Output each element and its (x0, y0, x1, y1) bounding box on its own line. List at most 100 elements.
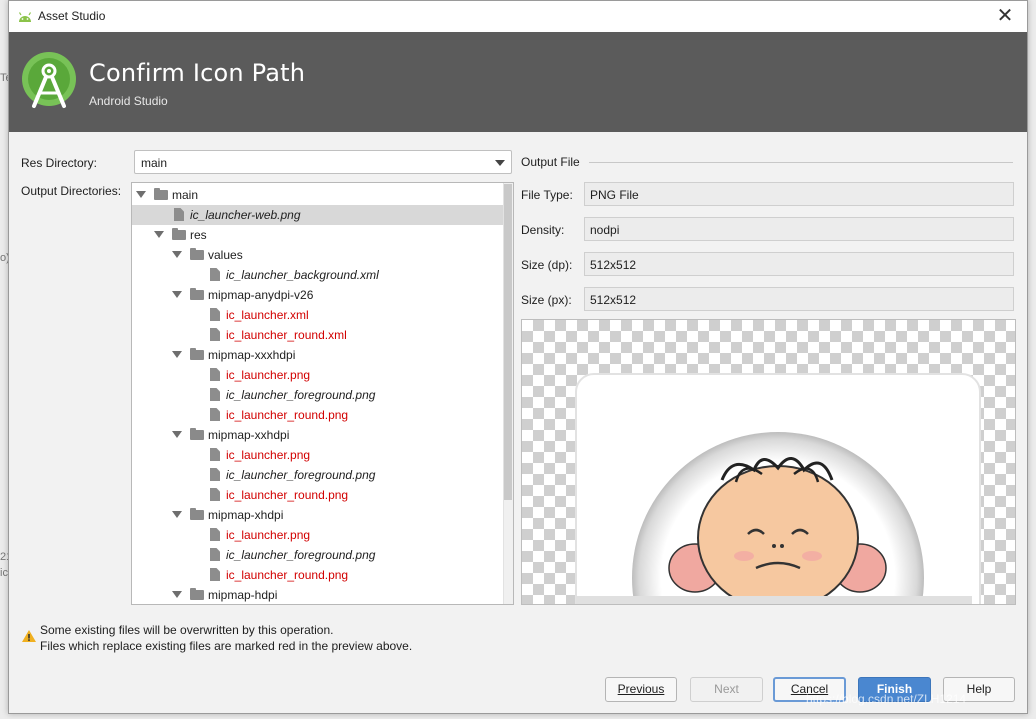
file-type-field: PNG File (584, 182, 1014, 206)
tree-folder-row[interactable]: main (132, 185, 504, 205)
expand-toggle-icon[interactable] (172, 291, 182, 298)
tree-item-label: ic_launcher_background.xml (226, 268, 379, 282)
tree-item-label: ic_launcher.png (226, 448, 311, 462)
warning-text-line-2: Files which replace existing files are m… (40, 639, 413, 653)
window-title: Asset Studio (38, 9, 106, 23)
watermark-text: https://blog.csdn.net/ZLH1214 (806, 692, 967, 706)
tree-file-row[interactable]: ic_launcher_foreground.png (132, 545, 504, 565)
warning-triangle-icon (22, 630, 36, 642)
chevron-down-icon[interactable] (495, 160, 505, 166)
title-bar[interactable]: Asset Studio ✕ (9, 1, 1027, 32)
file-icon (210, 488, 220, 501)
tree-scrollbar-thumb[interactable] (504, 184, 512, 500)
launcher-icon-preview-image (575, 373, 981, 604)
folder-icon (190, 288, 204, 300)
folder-icon (190, 588, 204, 600)
previous-button[interactable]: Previous (605, 677, 677, 702)
output-file-section-label: Output File (521, 155, 580, 169)
header-banner: Confirm Icon Path Android Studio (9, 32, 1027, 132)
page-title: Confirm Icon Path (89, 59, 306, 87)
output-directories-label: Output Directories: (21, 184, 122, 198)
section-divider (589, 162, 1013, 163)
tree-item-label: res (190, 228, 207, 242)
next-button-label: Next (714, 682, 739, 696)
tree-folder-row[interactable]: mipmap-xxxhdpi (132, 345, 504, 365)
tree-file-row[interactable]: ic_launcher_round.png (132, 405, 504, 425)
tree-item-label: ic_launcher.png (226, 368, 311, 382)
size-dp-label: Size (dp): (521, 258, 573, 272)
folder-icon (190, 248, 204, 260)
tree-item-label: ic_launcher_foreground.png (226, 548, 376, 562)
tree-file-row[interactable]: ic_launcher_round.xml (132, 325, 504, 345)
android-studio-logo-icon (22, 52, 76, 108)
tree-item-label: ic_launcher_foreground.png (226, 468, 376, 482)
file-icon (210, 368, 220, 381)
tree-file-row[interactable]: ic_launcher.png (132, 365, 504, 385)
tree-item-label: ic_launcher_foreground.png (226, 388, 376, 402)
background-text-fragment: ic (0, 567, 8, 579)
tree-item-label: ic_launcher_round.xml (226, 328, 347, 342)
res-directory-select[interactable]: main (134, 150, 512, 174)
expand-toggle-icon[interactable] (154, 231, 164, 238)
tree-file-row[interactable]: ic_launcher.xml (132, 305, 504, 325)
file-icon (210, 268, 220, 281)
tree-item-label: values (208, 248, 243, 262)
file-icon (210, 408, 220, 421)
expand-toggle-icon[interactable] (172, 591, 182, 598)
warning-text-line-1: Some existing files will be overwritten … (40, 623, 334, 637)
expand-toggle-icon[interactable] (172, 351, 182, 358)
tree-folder-row[interactable]: mipmap-anydpi-v26 (132, 285, 504, 305)
tree-item-label: mipmap-hdpi (208, 588, 278, 602)
file-icon (210, 308, 220, 321)
expand-toggle-icon[interactable] (172, 431, 182, 438)
tree-folder-row[interactable]: mipmap-xhdpi (132, 505, 504, 525)
output-directories-tree[interactable]: mipmap-hdpi ic_launcher_round.png ic_launc… (131, 182, 514, 605)
tree-file-row[interactable]: ic_launcher-web.png (132, 205, 504, 225)
tree-item-label: ic_launcher_round.png (226, 568, 349, 582)
tree-file-row[interactable]: ic_launcher.png (132, 525, 504, 545)
size-px-value: 512x512 (590, 293, 637, 307)
tree-item-label: mipmap-anydpi-v26 (208, 288, 314, 302)
tree-item-label: mipmap-xhdpi (208, 508, 284, 522)
density-label: Density: (521, 223, 565, 237)
density-value: nodpi (590, 223, 620, 237)
icon-preview (521, 319, 1016, 605)
tree-folder-row[interactable]: res (132, 225, 504, 245)
tree-scrollbar[interactable] (503, 183, 513, 604)
tree-file-row[interactable]: ic_launcher_foreground.png (132, 465, 504, 485)
previous-button-label: Previous (617, 682, 665, 696)
file-icon (210, 528, 220, 541)
file-icon (210, 328, 220, 341)
density-field: nodpi (584, 217, 1014, 241)
folder-icon (190, 428, 204, 440)
tree-file-row[interactable]: ic_launcher_round.png (132, 565, 504, 585)
tree-item-label: ic_launcher_round.png (226, 408, 349, 422)
tree-file-row[interactable]: ic_launcher_background.xml (132, 265, 504, 285)
tree-folder-row[interactable]: values (132, 245, 504, 265)
expand-toggle-icon[interactable] (136, 191, 146, 198)
tree-file-row[interactable]: ic_launcher_foreground.png (132, 385, 504, 405)
size-px-field: 512x512 (584, 287, 1014, 311)
tree-folder-row[interactable]: mipmap-hdpi (132, 585, 504, 604)
folder-icon (154, 188, 168, 200)
tree-item-label: ic_launcher_round.png (226, 488, 349, 502)
file-icon (210, 568, 220, 581)
close-icon[interactable]: ✕ (993, 4, 1017, 28)
expand-toggle-icon[interactable] (172, 511, 182, 518)
next-button[interactable]: Next (690, 677, 763, 702)
tree-item-label: mipmap-xxxhdpi (208, 348, 296, 362)
page-subtitle: Android Studio (89, 94, 168, 108)
expand-toggle-icon[interactable] (172, 251, 182, 258)
tree-item-label: ic_launcher.png (226, 528, 311, 542)
tree-folder-row[interactable]: mipmap-xxhdpi (132, 425, 504, 445)
tree-item-label: main (172, 188, 199, 202)
folder-icon (172, 228, 186, 240)
tree-item-label: ic_launcher-web.png (190, 208, 301, 222)
help-button-label: Help (966, 682, 992, 696)
folder-icon (190, 508, 204, 520)
android-icon (18, 12, 32, 22)
file-icon (210, 448, 220, 461)
file-type-label: File Type: (521, 188, 573, 202)
tree-file-row[interactable]: ic_launcher.png (132, 445, 504, 465)
tree-file-row[interactable]: ic_launcher_round.png (132, 485, 504, 505)
